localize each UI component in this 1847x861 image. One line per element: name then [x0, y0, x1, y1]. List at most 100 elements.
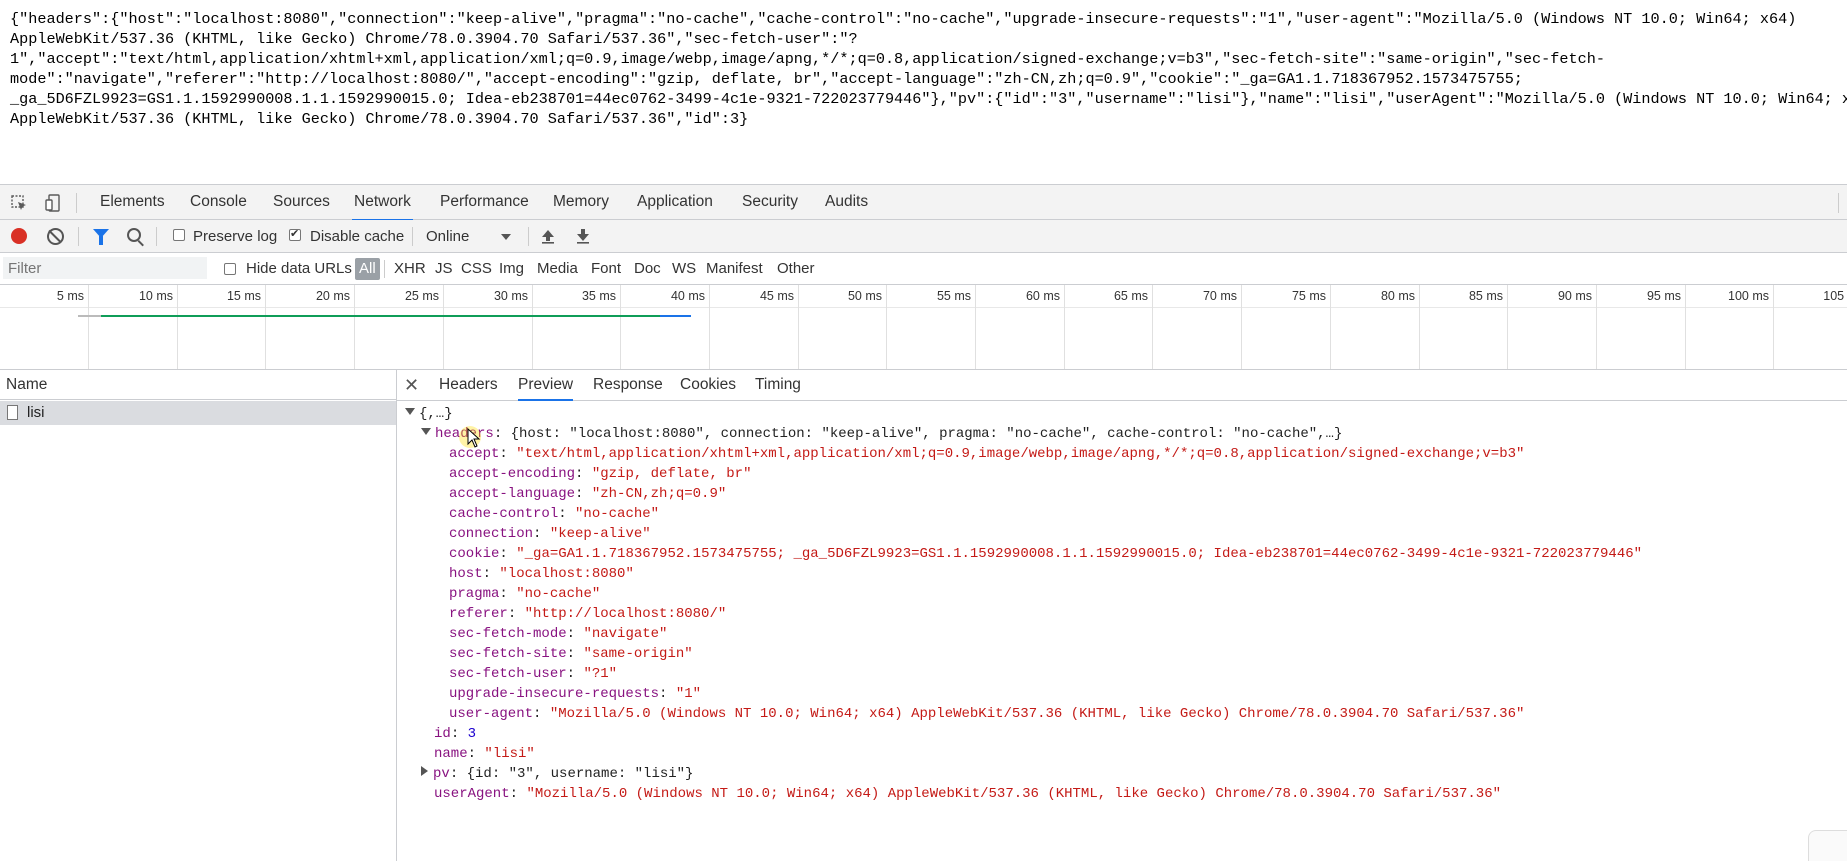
- detail-tab-bar: ✕ Headers Preview Response Cookies Timin…: [397, 370, 1847, 401]
- tab-security[interactable]: Security: [740, 185, 800, 219]
- json-header-row: pragma: "no-cache": [449, 586, 601, 602]
- tab-audits[interactable]: Audits: [823, 185, 870, 219]
- request-row[interactable]: lisi: [0, 401, 396, 425]
- json-key: connection: [449, 526, 534, 542]
- type-filter-media[interactable]: Media: [537, 253, 578, 285]
- json-key: cache-control: [449, 506, 559, 522]
- waterfall-bar: [101, 315, 691, 317]
- clear-icon[interactable]: [47, 228, 64, 245]
- json-key: sec-fetch-user: [449, 666, 567, 682]
- tab-console[interactable]: Console: [188, 185, 249, 219]
- json-pv-node[interactable]: pv: {id: "3", username: "lisi"}: [421, 764, 693, 784]
- type-filter-doc[interactable]: Doc: [634, 253, 661, 285]
- tab-elements[interactable]: Elements: [98, 185, 167, 219]
- filter-input[interactable]: [3, 257, 207, 279]
- type-filter-ws[interactable]: WS: [672, 253, 696, 285]
- json-header-row: cache-control: "no-cache": [449, 506, 660, 522]
- timeline-tick-label: 5 ms: [56, 289, 84, 303]
- json-header-row: accept: "text/html,application/xhtml+xml…: [449, 446, 1525, 462]
- toolbar-divider: [528, 227, 529, 246]
- toolbar-divider: [76, 193, 77, 213]
- search-icon[interactable]: [127, 228, 141, 242]
- name-column-header[interactable]: Name: [0, 370, 396, 400]
- json-value: "zh-CN,zh;q=0.9": [591, 486, 727, 502]
- json-key: sec-fetch-site: [449, 646, 567, 662]
- page-text-line: {"headers":{"host":"localhost:8080","con…: [10, 10, 1797, 28]
- page-text-line: 1","accept":"text/html,application/xhtml…: [10, 50, 1605, 68]
- document-icon: [7, 405, 18, 420]
- timeline-tick: [1330, 285, 1331, 369]
- hide-data-urls-checkbox[interactable]: [224, 263, 236, 275]
- timeline-tick: [443, 285, 444, 369]
- disable-cache-checkbox[interactable]: [289, 227, 301, 241]
- tab-application[interactable]: Application: [635, 185, 715, 219]
- timeline-tick: [1419, 285, 1420, 369]
- inspect-element-icon[interactable]: [10, 194, 28, 212]
- toolbar-divider: [384, 260, 385, 278]
- json-header-row: accept-language: "zh-CN,zh;q=0.9": [449, 486, 727, 502]
- tab-memory[interactable]: Memory: [551, 185, 611, 219]
- waterfall-bar-download: [660, 315, 691, 317]
- json-key: referer: [449, 606, 508, 622]
- hide-data-urls-label: Hide data URLs: [246, 260, 352, 277]
- type-filter-css[interactable]: CSS: [461, 253, 492, 285]
- expand-triangle-icon[interactable]: [405, 408, 415, 415]
- network-filter-bar: Hide data URLs All XHR JS CSS Img Media …: [0, 253, 1847, 285]
- tab-headers[interactable]: Headers: [439, 370, 498, 399]
- json-value: "http://localhost:8080/": [524, 606, 727, 622]
- tab-network[interactable]: Network: [352, 185, 413, 221]
- json-header-row: sec-fetch-user: "?1": [449, 666, 618, 682]
- floating-widget[interactable]: [1808, 830, 1847, 861]
- filter-icon[interactable]: [93, 229, 109, 245]
- network-overview-timeline[interactable]: 5 ms 10 ms 15 ms 20 ms 25 ms 30 ms 35 ms 40 ms 4…: [0, 285, 1847, 370]
- toolbar-divider: [156, 227, 157, 246]
- device-toolbar-icon[interactable]: [44, 194, 62, 212]
- request-detail-pane: ✕ Headers Preview Response Cookies Timin…: [397, 370, 1847, 861]
- timeline-ruler-line: [0, 307, 1847, 308]
- timeline-tick: [1507, 285, 1508, 369]
- json-summary: {host: "localhost:8080", connection: "ke…: [510, 426, 1343, 442]
- chevron-down-icon[interactable]: [501, 234, 511, 240]
- tab-timing[interactable]: Timing: [755, 370, 801, 399]
- tab-preview[interactable]: Preview: [518, 370, 574, 401]
- expand-triangle-icon[interactable]: [421, 428, 431, 435]
- json-key: id: [434, 726, 451, 742]
- record-button[interactable]: [11, 228, 27, 244]
- type-filter-js[interactable]: JS: [435, 253, 453, 285]
- json-key: accept-language: [449, 486, 576, 502]
- timeline-tick-label: 85 ms: [1468, 289, 1503, 303]
- json-header-row: referer: "http://localhost:8080/": [449, 606, 727, 622]
- export-har-icon[interactable]: [576, 228, 590, 244]
- tab-performance[interactable]: Performance: [438, 185, 531, 219]
- json-value: "lisi": [484, 746, 535, 762]
- toolbar-divider: [1838, 193, 1839, 213]
- json-key: accept: [449, 446, 500, 462]
- timeline-tick: [354, 285, 355, 369]
- type-filter-img[interactable]: Img: [499, 253, 524, 285]
- type-filter-font[interactable]: Font: [591, 253, 621, 285]
- json-headers-node[interactable]: headers: {host: "localhost:8080", connec…: [421, 424, 1342, 444]
- page-text-line: AppleWebKit/537.36 (KHTML, like Gecko) C…: [10, 110, 749, 128]
- preserve-log-checkbox[interactable]: [173, 229, 185, 241]
- type-filter-all[interactable]: All: [355, 258, 380, 280]
- collapse-triangle-icon[interactable]: [421, 766, 428, 776]
- json-key: accept-encoding: [449, 466, 576, 482]
- json-value: "keep-alive": [549, 526, 651, 542]
- json-root-node[interactable]: {,…}: [405, 404, 453, 424]
- throttling-select[interactable]: Online: [426, 220, 469, 253]
- timeline-tick-label: 40 ms: [670, 289, 705, 303]
- type-filter-manifest[interactable]: Manifest: [706, 253, 763, 285]
- import-har-icon[interactable]: [541, 228, 555, 244]
- tab-response[interactable]: Response: [593, 370, 663, 399]
- timeline-tick: [265, 285, 266, 369]
- type-filter-xhr[interactable]: XHR: [394, 253, 426, 285]
- json-key: pv: [433, 766, 450, 782]
- close-icon[interactable]: ✕: [404, 370, 419, 400]
- tab-sources[interactable]: Sources: [271, 185, 332, 219]
- json-header-row: accept-encoding: "gzip, deflate, br": [449, 466, 752, 482]
- json-value: "1": [675, 686, 702, 702]
- tab-cookies[interactable]: Cookies: [680, 370, 736, 399]
- type-filter-other[interactable]: Other: [777, 253, 815, 285]
- disable-cache-label: Disable cache: [310, 228, 405, 245]
- timeline-tick-label: 105 m: [1823, 289, 1847, 303]
